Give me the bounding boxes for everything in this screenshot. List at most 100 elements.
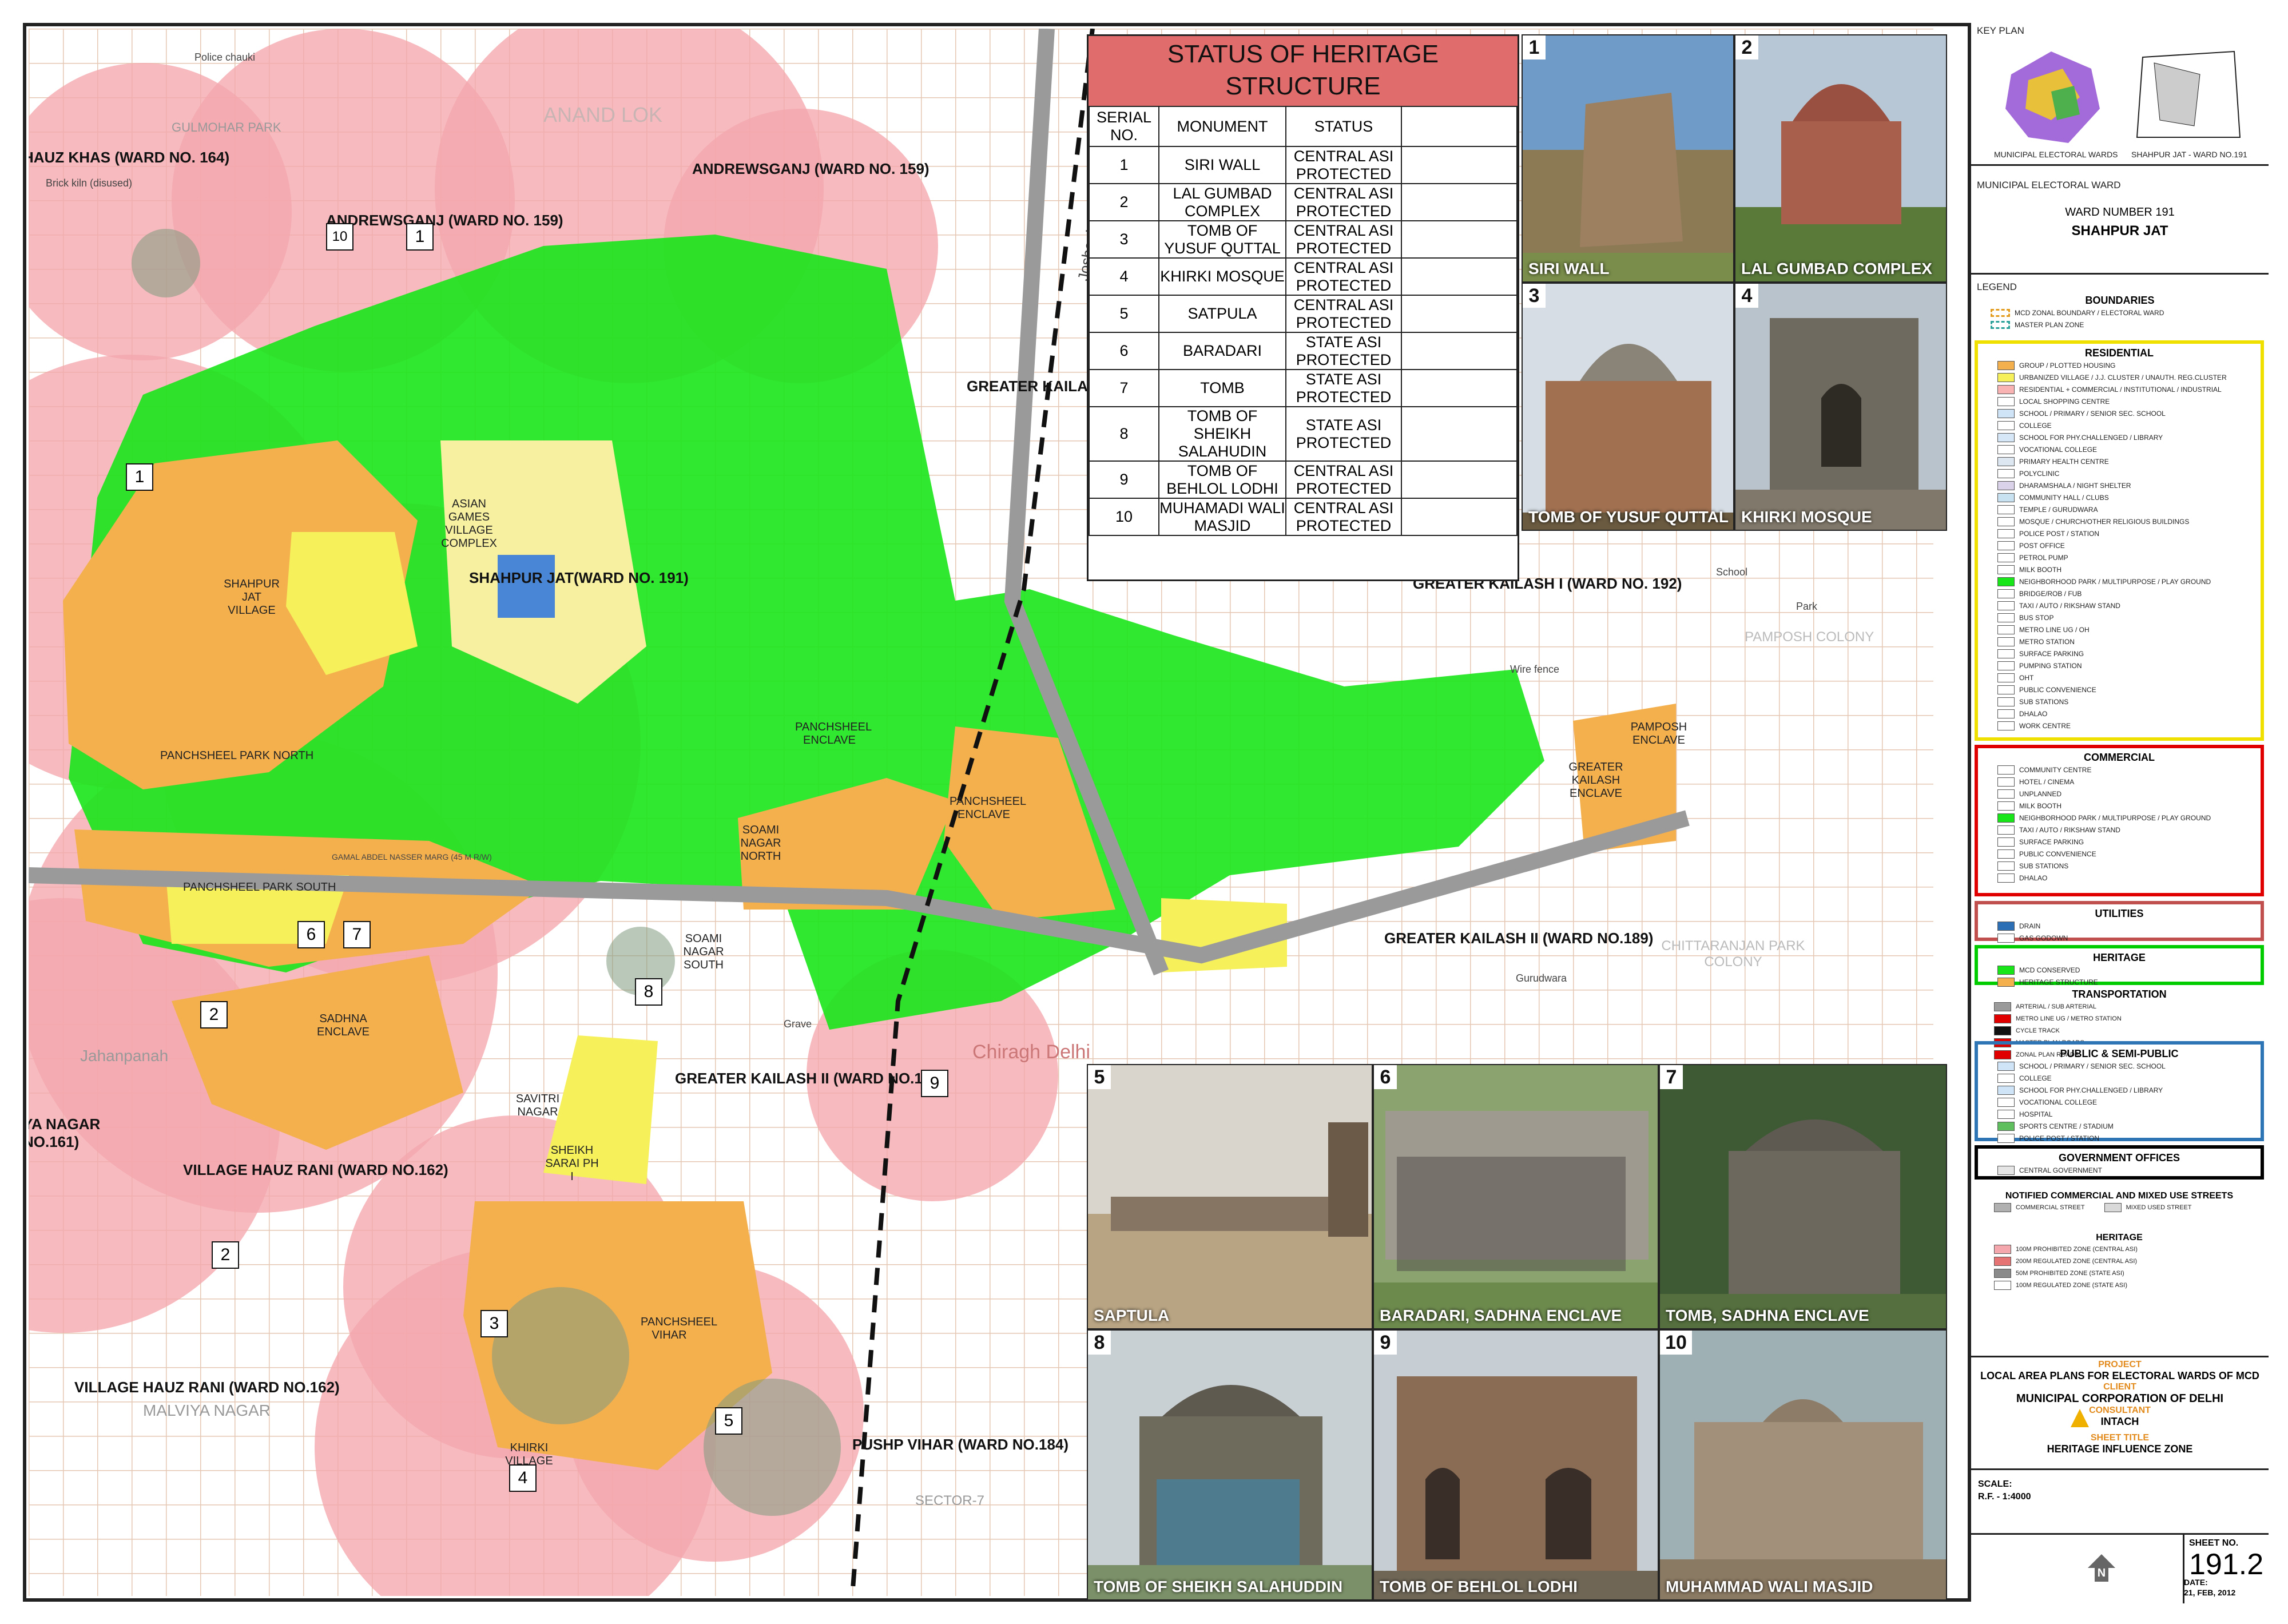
heritage-marker-2b[interactable]: 2	[212, 1241, 239, 1269]
photo-10-caption: MUHAMMAD WALI MASJID	[1666, 1578, 1873, 1595]
legend-item: 200M REGULATED ZONE (CENTRAL ASI)	[1975, 1255, 2264, 1267]
photo-3-image	[1523, 284, 1733, 530]
legend-swatch	[1997, 825, 2015, 835]
heritage-marker-7[interactable]: 7	[343, 921, 371, 948]
legend-text: METRO LINE UG / OH	[2019, 625, 2090, 634]
photo-5[interactable]: 5 SAPTULA	[1087, 1064, 1373, 1329]
status-row: 10 MUHAMADI WALI MASJID CENTRAL ASI PROTEC…	[1089, 498, 1518, 536]
legend-item: MILK BOOTH	[1978, 563, 2261, 575]
legend-text: COLLEGE	[2019, 421, 2052, 430]
key-map-ward-191	[2136, 50, 2241, 138]
legend-item: OHT	[1978, 672, 2261, 684]
legend-swatch	[1997, 861, 2015, 871]
legend-item: POLICE POST / STATION	[1978, 527, 2261, 539]
legend-swatch	[1997, 1165, 2015, 1175]
status-serial: 8	[1089, 406, 1159, 462]
heritage-marker-9[interactable]: 9	[921, 1070, 948, 1097]
locality-panchsheel-vihar: PANCHSHEEL VIHAR	[641, 1316, 718, 1341]
locality-panchsheel-park-south: PANCHSHEEL PARK SOUTH	[183, 881, 336, 894]
header-empty	[1401, 106, 1518, 147]
status-empty	[1401, 369, 1518, 407]
legend-text: MCD CONSERVED	[2019, 966, 2080, 974]
utilities-title: UTILITIES	[2095, 908, 2144, 919]
heritage-marker-1b[interactable]: 1	[126, 463, 153, 491]
ward-label-greater-kailash-ii-2: GREATER KAILASH II (WARD NO.189)	[675, 1070, 944, 1087]
legend-text: WORK CENTRE	[2019, 721, 2071, 730]
legend-swatch	[1994, 1256, 2011, 1266]
heritage-marker-3[interactable]: 3	[480, 1310, 508, 1337]
photo-3[interactable]: 3 TOMB OF YUSUF QUTTAL	[1522, 283, 1734, 531]
residential-legend: RESIDENTIAL GROUP / PLOTTED HOUSING URBAN…	[1975, 340, 2264, 741]
heritage-marker-2[interactable]: 2	[200, 1001, 228, 1029]
legend-swatch	[1997, 360, 2015, 370]
heritage-marker-4[interactable]: 4	[509, 1464, 537, 1492]
legend-swatch	[1997, 921, 2015, 931]
legend-swatch	[1994, 1268, 2011, 1278]
legend-item: BRIDGE/ROB / FUB	[1978, 587, 2261, 599]
legend-text: TAXI / AUTO / RIKSHAW STAND	[2019, 601, 2120, 610]
photo-6[interactable]: 6 BARADARI, SADHNA ENCLAVE	[1373, 1064, 1659, 1329]
legend-swatch	[1997, 481, 2015, 490]
status-value: CENTRAL ASI PROTECTED	[1285, 498, 1402, 536]
header-serial: SERIAL NO.	[1089, 106, 1159, 147]
status-serial: 9	[1089, 460, 1159, 499]
locality-anand-lok: ANAND LOK	[543, 103, 663, 126]
legend-item: MASTER PLAN ZONE	[1971, 319, 2269, 331]
heritage-legend: HERITAGE MCD CONSERVED HERITAGE STRUCTURE	[1975, 945, 2264, 987]
legend-swatch	[1997, 673, 2015, 682]
status-table: SERIAL NO. MONUMENT STATUS 1 SIRI WALL CEN…	[1089, 106, 1518, 536]
heritage-zone-items: 100M PROHIBITED ZONE (CENTRAL ASI) 200M R…	[1975, 1243, 2264, 1291]
legend-text: CYCLE TRACK	[2016, 1027, 2060, 1034]
road-label-police-chauki: Police chauki	[194, 51, 256, 63]
legend-item: POST OFFICE	[1978, 539, 2261, 551]
heritage-marker-8[interactable]: 8	[635, 978, 662, 1006]
status-serial: 7	[1089, 369, 1159, 407]
road-label-gurudwara: Gurudwara	[1516, 972, 1567, 984]
legend-swatch	[1997, 1121, 2015, 1131]
legend-swatch	[1997, 965, 2015, 975]
legend-swatch	[1997, 493, 2015, 502]
legend-item: TEMPLE / GURUDWARA	[1978, 503, 2261, 515]
legend-text: OHT	[2019, 673, 2034, 682]
transport-legend: TRANSPORTATION ARTERIAL / SUB ARTERIAL ME…	[1975, 988, 2264, 1059]
north-arrow-icon: N	[2086, 1552, 2118, 1584]
scale-value: R.F. - 1:4000	[1978, 1492, 2031, 1502]
heritage-marker-6[interactable]: 6	[297, 921, 325, 948]
photo-7[interactable]: 7 TOMB, SADHNA ENCLAVE	[1659, 1064, 1947, 1329]
legend-swatch	[1997, 721, 2015, 730]
photo-4[interactable]: 4 KHIRKI MOSQUE	[1734, 283, 1947, 531]
ward-label-village-hauz-rani: VILLAGE HAUZ RANI (WARD NO.162)	[183, 1161, 448, 1178]
status-serial: 5	[1089, 295, 1159, 333]
heritage-marker-10[interactable]: 10	[326, 223, 353, 251]
legend-swatch	[1997, 456, 2015, 466]
swatch-zonal-boundary	[1991, 308, 2010, 317]
locality-asian-games: ASIAN GAMES VILLAGE COMPLEX	[441, 498, 497, 550]
photo-10[interactable]: 10 MUHAMMAD WALI MASJID	[1659, 1329, 1947, 1601]
locality-soami-nagar-south: SOAMI NAGAR SOUTH	[683, 932, 724, 971]
photo-1[interactable]: 1 SIRI WALL	[1522, 34, 1734, 283]
heritage-marker-5[interactable]: 5	[715, 1407, 742, 1435]
road-label-brick-kiln: Brick kiln (disused)	[46, 177, 133, 189]
legend-item: POLICE POST / STATION	[1978, 1132, 2261, 1144]
legend-swatch	[1997, 1109, 2015, 1119]
heritage-marker-1[interactable]: 1	[406, 223, 434, 251]
intach-logo-icon	[2071, 1409, 2089, 1427]
legend-swatch	[1997, 765, 2015, 775]
legend-text: 100M PROHIBITED ZONE (CENTRAL ASI)	[2016, 1245, 2138, 1253]
legend-item: COLLEGE	[1978, 419, 2261, 431]
photo-8[interactable]: 8 TOMB OF SHEIKH SALAHUDDIN	[1087, 1329, 1373, 1601]
legend-text: BRIDGE/ROB / FUB	[2019, 589, 2082, 598]
project-label: PROJECT	[2098, 1360, 2142, 1369]
legend-swatch	[1997, 408, 2015, 418]
legend-item: SUB STATIONS	[1978, 696, 2261, 708]
legend-item: SCHOOL FOR PHY.CHALLENGED / LIBRARY	[1978, 1084, 2261, 1096]
key-map-2-caption: SHAHPUR JAT - WARD NO.191	[2131, 150, 2247, 159]
legend-item: 50M PROHIBITED ZONE (STATE ASI)	[1975, 1267, 2264, 1279]
photo-2[interactable]: 2 LAL GUMBAD COMPLEX	[1734, 34, 1947, 283]
legend-text: MCD ZONAL BOUNDARY / ELECTORAL WARD	[2015, 308, 2164, 317]
legend-swatch	[1997, 444, 2015, 454]
title-block-panel: KEY PLAN MUNICIPAL ELECTORAL WARDS SHAHP…	[1968, 23, 2269, 1603]
legend-item: HOTEL / CINEMA	[1978, 776, 2261, 788]
road-label-grave: Grave	[784, 1018, 812, 1030]
photo-9[interactable]: 9 TOMB OF BEHLOL LODHI	[1373, 1329, 1659, 1601]
